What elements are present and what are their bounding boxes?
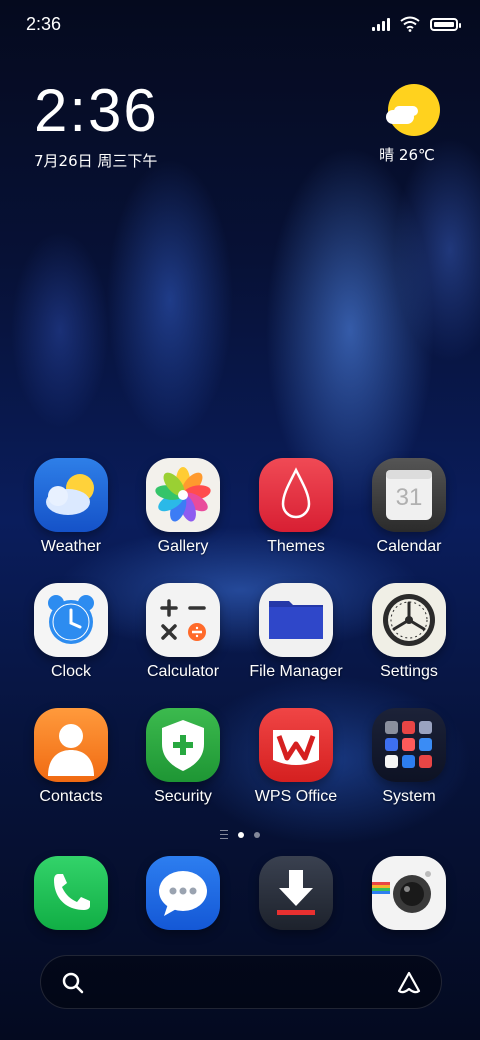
weather-widget[interactable]: 晴 26℃ bbox=[379, 84, 444, 165]
app-file-manager[interactable]: File Manager bbox=[241, 583, 351, 681]
weather-icon bbox=[34, 458, 108, 532]
folder-system-icon bbox=[372, 708, 446, 782]
clock-widget[interactable]: 2:36 7月26日 周三下午 bbox=[34, 76, 159, 171]
svg-text:31: 31 bbox=[396, 484, 423, 511]
calculator-icon bbox=[146, 583, 220, 657]
clock-icon bbox=[34, 583, 108, 657]
app-themes[interactable]: Themes bbox=[241, 458, 351, 556]
wps-icon bbox=[259, 708, 333, 782]
app-calendar[interactable]: 31 Calendar bbox=[354, 458, 464, 556]
folder-icon bbox=[259, 583, 333, 657]
themes-drop-icon bbox=[259, 458, 333, 532]
app-gallery[interactable]: Gallery bbox=[128, 458, 238, 556]
dock-phone[interactable] bbox=[16, 856, 126, 930]
widget-date: 7月26日 周三下午 bbox=[34, 152, 158, 170]
app-settings[interactable]: Settings bbox=[354, 583, 464, 681]
page-dot-2[interactable] bbox=[254, 831, 260, 838]
gallery-flower-icon bbox=[146, 458, 220, 532]
message-bubble-icon bbox=[146, 856, 220, 930]
contact-person-icon bbox=[34, 708, 108, 782]
dock-downloads[interactable] bbox=[241, 856, 351, 930]
app-calculator[interactable]: Calculator bbox=[128, 583, 238, 681]
phone-icon bbox=[34, 856, 108, 930]
sunny-weather-icon bbox=[386, 84, 440, 136]
search-icon[interactable] bbox=[61, 971, 85, 995]
calendar-icon: 31 bbox=[372, 458, 446, 532]
status-bar: 2:36 bbox=[0, 0, 480, 50]
battery-icon bbox=[430, 17, 461, 31]
app-security[interactable]: Security bbox=[128, 708, 238, 806]
wifi-icon bbox=[400, 16, 420, 32]
app-wps-office[interactable]: WPS Office bbox=[241, 708, 351, 806]
widget-time: 2:36 bbox=[34, 77, 159, 144]
weather-condition: 晴 26℃ bbox=[379, 146, 435, 164]
app-weather[interactable]: Weather bbox=[16, 458, 126, 556]
download-icon bbox=[259, 856, 333, 930]
app-system-folder[interactable]: System bbox=[354, 708, 464, 806]
page-dot-1[interactable] bbox=[238, 831, 244, 838]
shield-icon bbox=[146, 708, 220, 782]
app-clock[interactable]: Clock bbox=[16, 583, 126, 681]
search-bar[interactable] bbox=[40, 955, 442, 1009]
status-time: 2:36 bbox=[26, 14, 62, 34]
app-contacts[interactable]: Contacts bbox=[16, 708, 126, 806]
signal-icon bbox=[372, 17, 390, 31]
list-menu-icon[interactable] bbox=[220, 830, 228, 839]
gear-icon bbox=[372, 583, 446, 657]
dock-camera[interactable] bbox=[354, 856, 464, 930]
assistant-icon[interactable] bbox=[395, 969, 423, 997]
page-indicator bbox=[0, 830, 480, 839]
dock-messages[interactable] bbox=[128, 856, 238, 930]
camera-icon bbox=[372, 856, 446, 930]
